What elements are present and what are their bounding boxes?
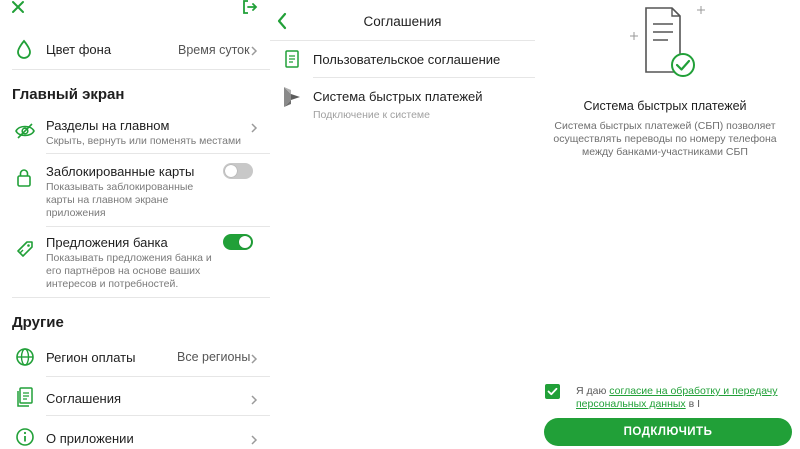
bank-offers-row: Предложения банка Показывать предложения… (0, 230, 270, 292)
personal-data-link[interactable]: персональных данных (576, 398, 686, 410)
drop-icon (16, 39, 32, 59)
sections-title: Разделы на главном (46, 118, 170, 133)
payment-region-value: Все регионы (177, 350, 251, 364)
bank-offers-title: Предложения банка (46, 235, 168, 250)
globe-icon (15, 347, 35, 367)
connect-button[interactable]: ПОДКЛЮЧИТЬ (544, 418, 792, 446)
bank-offers-toggle[interactable] (223, 234, 253, 250)
document-check-illustration (624, 2, 714, 80)
blocked-cards-toggle[interactable] (223, 163, 253, 179)
close-icon[interactable] (11, 0, 25, 14)
sbp-heading: Система быстрых платежей (583, 99, 747, 113)
sbp-description: Система быстрых платежей (СБП) позволяет… (540, 120, 790, 159)
lock-icon (16, 168, 32, 188)
toggle-knob (239, 236, 251, 248)
divider (46, 153, 270, 154)
sbp-panel: Система быстрых платежей Система быстрых… (540, 0, 800, 449)
documents-icon (16, 387, 34, 407)
chevron-right-icon (250, 44, 258, 56)
user-agreement-title: Пользовательское соглашение (313, 52, 501, 67)
section-other: Другие (12, 314, 64, 331)
sbp-subtitle: Подключение к системе (313, 109, 430, 121)
blocked-cards-sub-line: карты на главном экране (46, 194, 169, 206)
blocked-cards-sub-line: приложения (46, 207, 106, 219)
info-icon (15, 427, 35, 447)
sbp-title: Система быстрых платежей (313, 89, 483, 104)
divider (46, 415, 270, 416)
consent-text: Я даю согласие на обработку и передачу п… (576, 385, 800, 411)
logout-icon[interactable] (242, 0, 258, 14)
sbp-logo-icon (282, 86, 302, 108)
sbp-description-line: Система быстрых платежей (СБП) позволяет (554, 120, 776, 132)
divider (46, 226, 270, 227)
consent-link[interactable]: согласие на обработку и передачу (609, 385, 777, 397)
sections-on-main-row[interactable]: Разделы на главном Скрыть, вернуть или п… (0, 114, 270, 150)
tag-icon (15, 239, 35, 259)
sbp-description-line: осуществлять переводы по номеру телефона (553, 133, 777, 145)
sbp-description-line: между банками-участниками СБП (582, 146, 748, 158)
section-main-screen: Главный экран (12, 86, 125, 103)
sections-subtitle: Скрыть, вернуть или поменять местами (46, 135, 242, 147)
divider (313, 77, 535, 78)
blocked-cards-sub-line: Показывать заблокированные (46, 181, 194, 193)
about-app-title: О приложении (46, 431, 134, 446)
user-agreement-item[interactable]: Пользовательское соглашение (270, 46, 535, 74)
blocked-cards-row: Заблокированные карты Показывать заблоки… (0, 160, 270, 222)
bank-offers-sub-line: интересов и потребностей. (46, 278, 179, 290)
settings-panel: Цвет фона Время суток Главный экран Разд… (0, 0, 270, 449)
agreements-panel: Соглашения Пользовательское соглашение С… (270, 0, 540, 449)
check-icon (547, 387, 558, 396)
divider (12, 297, 270, 298)
eye-off-icon (15, 122, 35, 140)
document-icon (285, 50, 299, 68)
background-color-row[interactable]: Цвет фона Время суток (0, 34, 270, 64)
about-app-row[interactable]: О приложении (0, 422, 270, 449)
consent-checkbox[interactable] (545, 384, 560, 399)
chevron-right-icon (250, 393, 258, 405)
payment-region-title: Регион оплаты (46, 350, 136, 365)
page-title: Соглашения (363, 14, 442, 29)
divider (46, 376, 270, 377)
toggle-knob (225, 165, 237, 177)
sbp-item[interactable]: Система быстрых платежей Подключение к с… (270, 84, 535, 124)
bank-offers-sub-line: Показывать предложения банка и (46, 252, 212, 264)
background-color-value: Время суток (178, 43, 250, 57)
blocked-cards-title: Заблокированные карты (46, 164, 195, 179)
payment-region-row[interactable]: Регион оплаты Все регионы (0, 342, 270, 372)
agreements-title: Соглашения (46, 391, 122, 406)
consent-prefix: Я даю (576, 385, 610, 397)
background-color-label: Цвет фона (46, 42, 112, 57)
agreements-row[interactable]: Соглашения (0, 383, 270, 411)
chevron-right-icon (250, 433, 258, 445)
divider (270, 40, 535, 41)
bank-offers-sub-line: его партнёров на основе ваших (46, 265, 201, 277)
chevron-right-icon (250, 352, 258, 364)
chevron-right-icon (250, 121, 258, 133)
divider (12, 69, 270, 70)
consent-suffix: в I (685, 398, 701, 410)
